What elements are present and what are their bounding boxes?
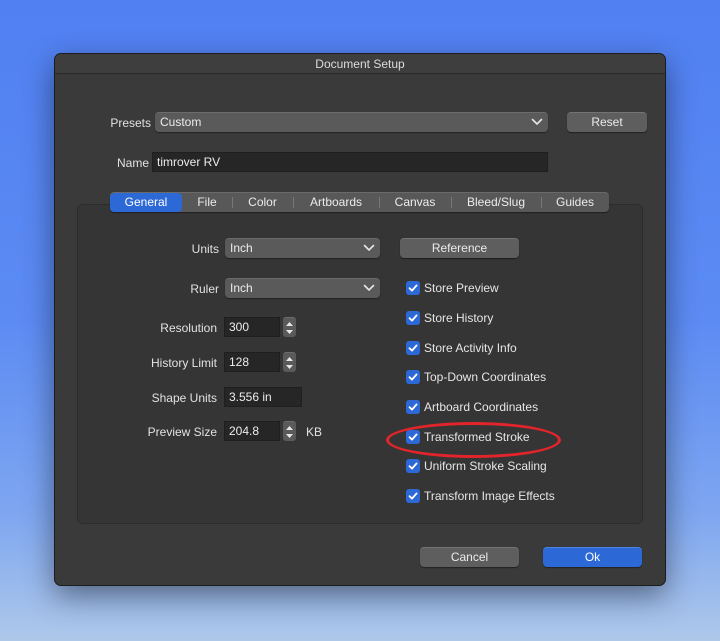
preview-size-stepper[interactable] [283,421,296,441]
checkmark-icon [408,373,418,381]
uniform-stroke-scaling-checkbox[interactable] [406,459,420,473]
tab-canvas[interactable]: Canvas [379,193,451,212]
store-activity-info-label[interactable]: Store Activity Info [424,341,517,355]
cancel-button[interactable]: Cancel [420,547,519,567]
arrow-up-icon [286,426,293,430]
chevron-down-icon [531,118,543,125]
chevron-down-icon [363,244,375,251]
store-activity-info-checkbox[interactable] [406,341,420,355]
artboard-coordinates-checkbox[interactable] [406,400,420,414]
tab-color[interactable]: Color [232,193,293,212]
preview-size-label: Preview Size [147,425,217,439]
document-setup-dialog: Document Setup Presets Custom Reset Name… [54,53,666,586]
uniform-stroke-scaling-label[interactable]: Uniform Stroke Scaling [424,459,547,473]
reference-button[interactable]: Reference [400,238,519,258]
tab-general[interactable]: General [110,193,182,212]
store-history-checkbox[interactable] [406,311,420,325]
units-dropdown[interactable]: Inch [225,238,380,258]
checkmark-icon [408,492,418,500]
top-down-coordinates-label[interactable]: Top-Down Coordinates [424,370,546,384]
arrow-down-icon [286,365,293,369]
ruler-label: Ruler [190,282,219,296]
units-value: Inch [230,241,253,255]
arrow-down-icon [286,434,293,438]
checkmark-icon [408,314,418,322]
tab-file[interactable]: File [182,193,232,212]
store-preview-label[interactable]: Store Preview [424,281,499,295]
transform-image-effects-checkbox[interactable] [406,489,420,503]
tab-bar: General File Color Artboards Canvas Blee… [110,192,609,212]
checkmark-icon [408,462,418,470]
tab-artboards[interactable]: Artboards [293,193,379,212]
checkmark-icon [408,403,418,411]
ruler-value: Inch [230,281,253,295]
checkmark-icon [408,284,418,292]
presets-label: Presets [110,116,151,130]
shape-units-field[interactable]: 3.556 in [224,387,302,407]
history-limit-field[interactable]: 128 [224,352,280,372]
name-field[interactable]: timrover RV [152,152,548,172]
arrow-up-icon [286,322,293,326]
resolution-label: Resolution [160,321,217,335]
history-limit-label: History Limit [150,356,217,370]
ok-button[interactable]: Ok [543,547,642,567]
name-label: Name [116,156,149,170]
top-down-coordinates-checkbox[interactable] [406,370,420,384]
units-label: Units [191,242,219,256]
annotation-ellipse [386,422,561,458]
preview-size-unit: KB [306,425,323,439]
transform-image-effects-label[interactable]: Transform Image Effects [424,489,555,503]
reset-button[interactable]: Reset [567,112,647,132]
artboard-coordinates-label[interactable]: Artboard Coordinates [424,400,538,414]
chevron-down-icon [363,284,375,291]
window-title[interactable]: Document Setup [55,54,665,74]
resolution-stepper[interactable] [283,317,296,337]
history-limit-stepper[interactable] [283,352,296,372]
tab-bleed-slug[interactable]: Bleed/Slug [451,193,541,212]
arrow-up-icon [286,357,293,361]
checkmark-icon [408,344,418,352]
presets-dropdown[interactable]: Custom [155,112,548,132]
shape-units-label: Shape Units [151,391,217,405]
store-preview-checkbox[interactable] [406,281,420,295]
ruler-dropdown[interactable]: Inch [225,278,380,298]
arrow-down-icon [286,330,293,334]
preview-size-field[interactable]: 204.8 [224,421,280,441]
resolution-field[interactable]: 300 [224,317,280,337]
tab-guides[interactable]: Guides [541,193,609,212]
store-history-label[interactable]: Store History [424,311,493,325]
presets-value: Custom [160,115,202,129]
